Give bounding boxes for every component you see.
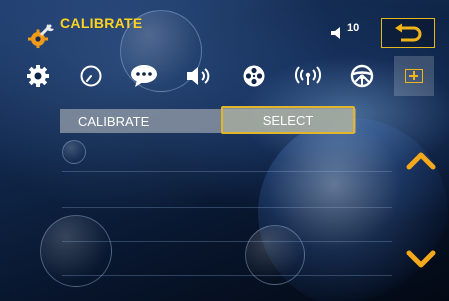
steering-wheel-icon: [350, 64, 374, 88]
speech-bubble-icon: [131, 65, 157, 87]
toolbar-item-sound[interactable]: [183, 62, 215, 90]
toolbar-item-settings[interactable]: [22, 62, 54, 90]
toolbar-item-clock[interactable]: [75, 62, 107, 90]
toolbar-item-calibrate[interactable]: [394, 56, 434, 96]
scroll-down-button[interactable]: [404, 247, 438, 273]
list-divider: [62, 275, 392, 276]
calibrate-box-icon: [405, 69, 423, 83]
bubble-decoration: [62, 140, 86, 164]
list-divider: [62, 207, 392, 208]
film-reel-icon: [243, 65, 265, 87]
volume-icon: [331, 27, 340, 39]
back-button[interactable]: [381, 18, 435, 48]
bubble-decoration: [245, 225, 305, 285]
clock-icon: [80, 65, 102, 87]
list-item-label: CALIBRATE: [78, 114, 150, 129]
page-title: CALIBRATE: [60, 15, 143, 31]
gear-icon: [27, 65, 49, 87]
chevron-up-icon: [406, 152, 436, 170]
speaker-icon: [187, 67, 210, 85]
volume-indicator[interactable]: 10: [330, 22, 360, 44]
back-return-icon: [395, 23, 422, 42]
toolbar-item-steering[interactable]: [346, 62, 378, 90]
antenna-icon: [295, 66, 321, 85]
chevron-down-icon: [406, 250, 436, 268]
category-toolbar: [0, 56, 449, 96]
wrench-gear-icon: [28, 22, 56, 48]
bubble-decoration: [40, 215, 112, 287]
scroll-up-button[interactable]: [404, 147, 438, 173]
volume-level: 10: [347, 22, 360, 34]
toolbar-item-messages[interactable]: [128, 62, 160, 90]
calibrate-screen: CALIBRATE 10 CALIBRATE SELECT: [0, 0, 449, 301]
list-divider: [62, 171, 392, 172]
select-button[interactable]: SELECT: [221, 106, 355, 134]
toolbar-item-radio[interactable]: [292, 62, 324, 90]
toolbar-item-media[interactable]: [238, 62, 270, 90]
list-divider: [62, 241, 392, 242]
